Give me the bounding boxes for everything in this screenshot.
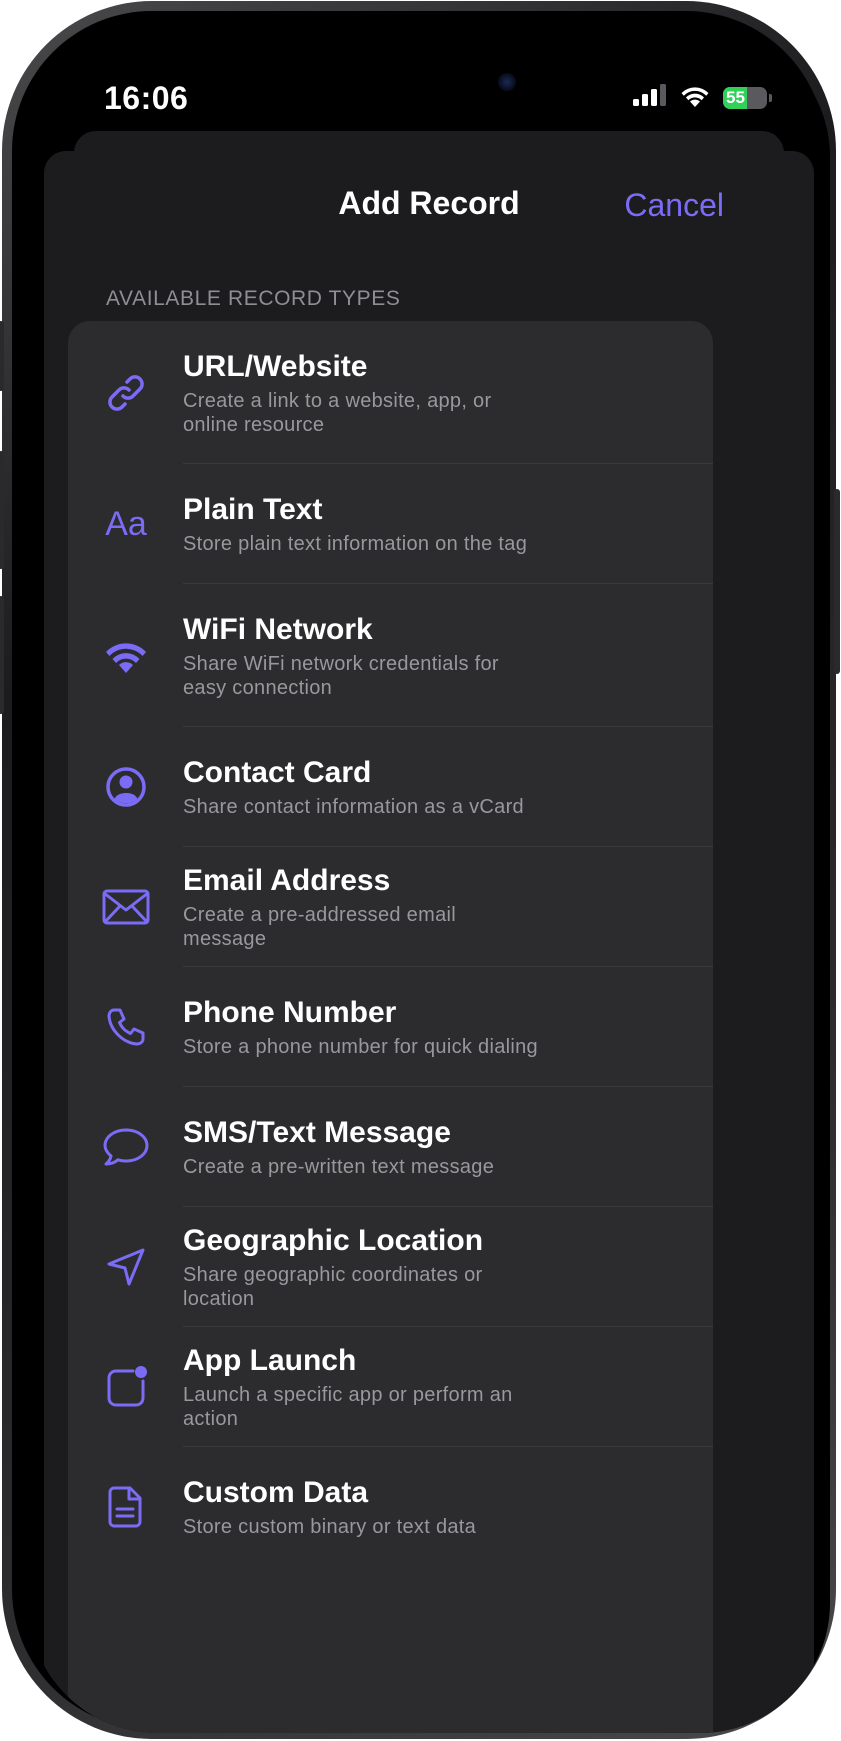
action-button — [0, 321, 4, 391]
record-type-list: URL/Website Create a link to a website, … — [68, 321, 713, 1733]
record-type-location[interactable]: Geographic Location Share geographic coo… — [68, 1207, 713, 1327]
contact-icon — [100, 761, 152, 813]
record-type-description: Store a phone number for quick dialing — [183, 1036, 538, 1058]
record-type-title: Geographic Location — [183, 1224, 484, 1257]
record-type-description: Share geographic coordinates or location — [183, 1264, 483, 1310]
document-icon — [100, 1481, 152, 1533]
record-type-title: URL/Website — [183, 349, 368, 383]
record-type-title: WiFi Network — [183, 612, 373, 646]
record-type-contact[interactable]: Contact Card Share contact information a… — [68, 727, 713, 847]
phone-frame: 16:06 55 Add Record Cancel AVAILABLE REC… — [0, 1, 840, 1739]
record-type-title: Email Address — [183, 864, 391, 897]
record-type-title: Plain Text — [183, 493, 323, 526]
record-type-sms[interactable]: SMS/Text Message Create a pre-written te… — [68, 1087, 713, 1207]
envelope-icon — [100, 881, 152, 933]
record-type-description: Share contact information as a vCard — [183, 796, 524, 818]
section-header: AVAILABLE RECORD TYPES — [106, 287, 401, 310]
record-type-title: App Launch — [183, 1344, 357, 1377]
record-type-url[interactable]: URL/Website Create a link to a website, … — [68, 321, 713, 464]
record-type-email[interactable]: Email Address Create a pre-addressed ema… — [68, 847, 713, 967]
record-type-plain-text[interactable]: Aa Plain Text Store plain text informati… — [68, 464, 713, 584]
record-type-description: Create a pre-written text message — [183, 1156, 495, 1178]
status-icons: 55 — [633, 83, 772, 112]
text-icon: Aa — [100, 498, 152, 550]
phone-bezel: 16:06 55 Add Record Cancel AVAILABLE REC… — [12, 11, 830, 1733]
record-type-title: Contact Card — [183, 756, 372, 789]
link-icon — [100, 367, 152, 419]
app-badge-icon — [100, 1361, 152, 1413]
record-type-wifi[interactable]: WiFi Network Share WiFi network credenti… — [68, 584, 713, 727]
phone-icon — [100, 1001, 152, 1053]
camera-icon — [498, 73, 516, 91]
battery-icon: 55 — [723, 86, 767, 109]
location-arrow-icon — [100, 1241, 152, 1293]
record-type-custom-data[interactable]: Custom Data Store custom binary or text … — [68, 1447, 713, 1567]
text-icon-glyph: Aa — [105, 504, 147, 543]
record-type-description: Launch a specific app or perform an acti… — [183, 1384, 513, 1430]
volume-up-button — [0, 451, 4, 569]
status-time: 16:06 — [104, 80, 189, 116]
screen: 16:06 55 Add Record Cancel AVAILABLE REC… — [28, 27, 830, 1733]
record-type-description: Create a pre-addressed email message — [183, 904, 456, 950]
record-type-description: Share WiFi network credentials for easy … — [183, 652, 499, 699]
record-type-description: Store custom binary or text data — [183, 1516, 477, 1538]
volume-down-button — [0, 596, 4, 714]
record-type-app-launch[interactable]: App Launch Launch a specific app or perf… — [68, 1327, 713, 1447]
record-type-description: Create a link to a website, app, or onli… — [183, 389, 492, 436]
record-type-title: Custom Data — [183, 1476, 369, 1509]
wifi-icon — [100, 630, 152, 682]
battery-cap — [769, 93, 772, 102]
message-bubble-icon — [100, 1121, 152, 1173]
wifi-status-icon — [679, 83, 711, 112]
battery-percent: 55 — [726, 87, 745, 107]
power-button — [834, 489, 840, 674]
record-type-description: Store plain text information on the tag — [183, 533, 528, 555]
record-type-phone[interactable]: Phone Number Store a phone number for qu… — [68, 967, 713, 1087]
record-type-title: SMS/Text Message — [183, 1116, 451, 1149]
cancel-button[interactable]: Cancel — [624, 187, 724, 224]
cellular-signal-icon — [633, 84, 667, 111]
dynamic-island — [326, 49, 546, 115]
record-type-title: Phone Number — [183, 996, 397, 1029]
